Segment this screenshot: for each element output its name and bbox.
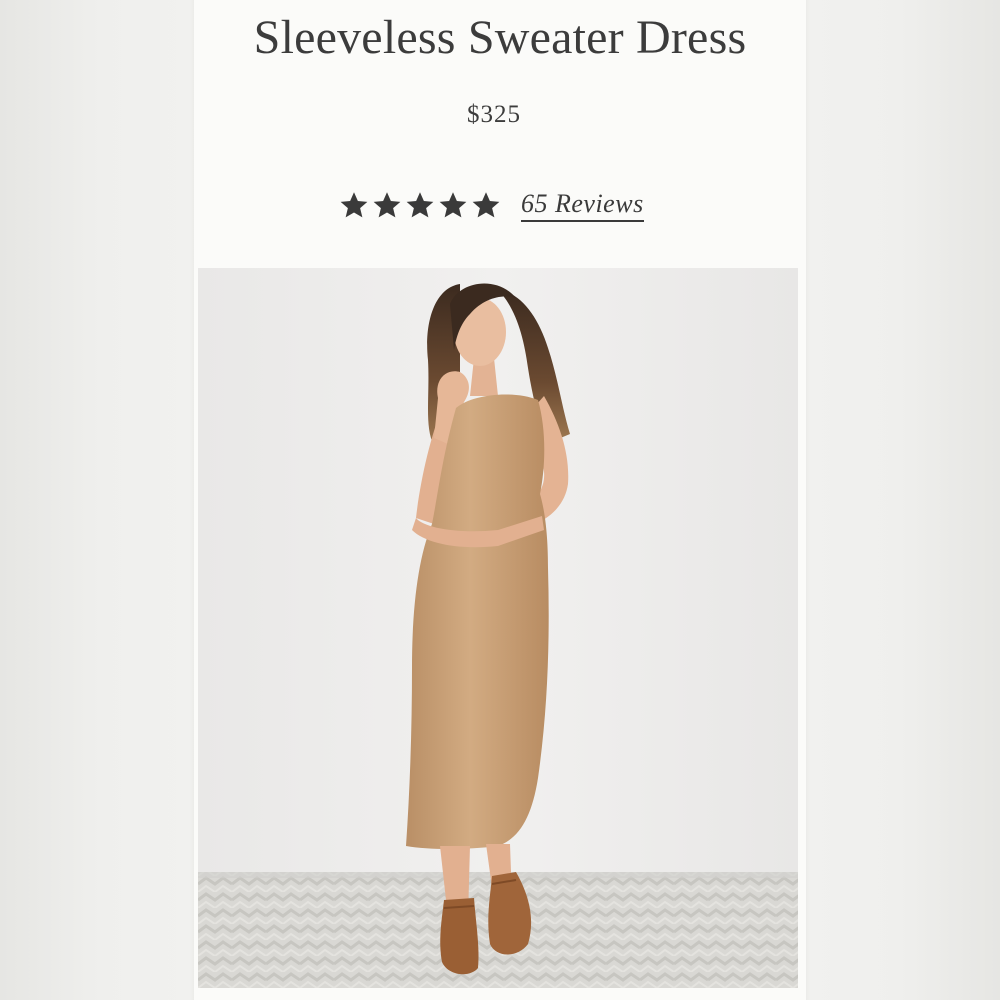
star-icon	[472, 192, 500, 218]
product-panel: Sleeveless Sweater Dress $325 65 Reviews	[194, 0, 806, 1000]
product-photo-illustration	[198, 268, 798, 988]
star-icon	[406, 192, 434, 218]
star-icon	[340, 192, 368, 218]
product-image[interactable]	[198, 268, 798, 988]
product-price: $325	[467, 101, 521, 128]
product-title: Sleeveless Sweater Dress	[253, 11, 747, 64]
star-rating[interactable]	[339, 190, 501, 220]
star-icon	[373, 192, 401, 218]
reviews-link[interactable]: 65 Reviews	[521, 189, 644, 222]
rating-row: 65 Reviews	[339, 183, 644, 227]
star-icon	[439, 192, 467, 218]
